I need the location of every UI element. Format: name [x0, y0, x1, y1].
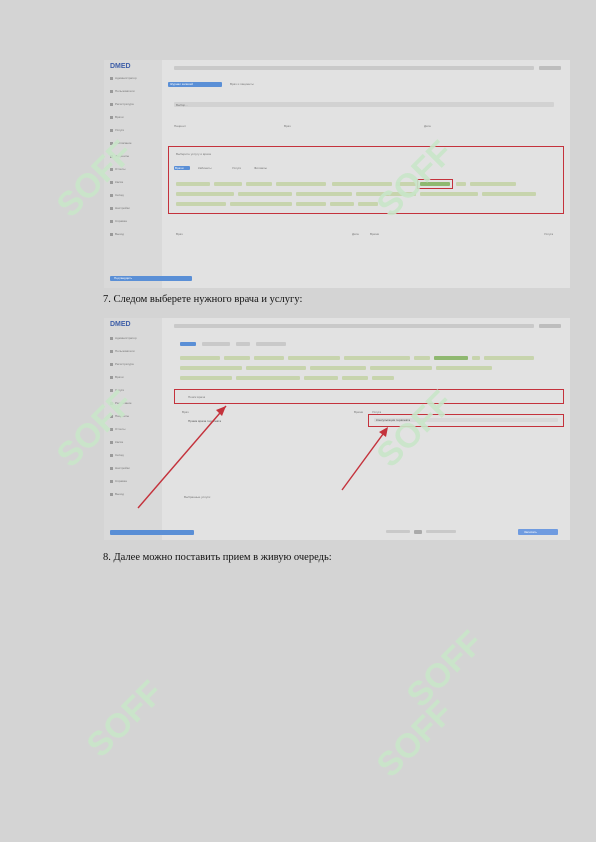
screenshot-1: DMED Администратор Пользователи Регистра… — [104, 60, 570, 288]
doctor-chip[interactable] — [296, 192, 352, 196]
doctor-chip[interactable] — [238, 192, 292, 196]
sidebar-item[interactable]: Настройки — [110, 206, 150, 211]
screenshot-2: DMED Администратор Пользователи Регистра… — [104, 318, 570, 540]
arrow-head — [216, 406, 226, 416]
doctor-chip[interactable] — [246, 182, 272, 186]
tab-journal-label: Журнал записей — [170, 82, 193, 86]
list-header-service: Услуга — [544, 232, 554, 236]
chip-tab-branches[interactable]: Филиалы — [254, 166, 267, 170]
doctor-chip[interactable] — [330, 202, 354, 206]
doctor-chip[interactable] — [482, 192, 536, 196]
sidebar-item[interactable]: Администратор — [110, 76, 150, 81]
list-header-time: Время — [370, 232, 380, 236]
info-doctor: Врач — [284, 124, 291, 128]
doctor-chip[interactable] — [176, 182, 210, 186]
dmed-logo: DMED — [110, 63, 131, 70]
arrow-to-search — [137, 405, 227, 509]
doctor-chip[interactable] — [176, 202, 226, 206]
watermark: SOFF — [369, 693, 461, 785]
step-7-caption: 7. Следом выберете нужного врача и услуг… — [103, 294, 303, 305]
doctor-chip[interactable] — [214, 182, 242, 186]
info-patient: Пациент — [174, 124, 186, 128]
document-page: DMED Администратор Пользователи Регистра… — [0, 0, 596, 842]
doctor-chip[interactable] — [276, 182, 326, 186]
watermark: SOFF — [79, 673, 171, 765]
chip-tab-services[interactable]: Услуги — [232, 166, 241, 170]
select-hint: Выберите услугу и врача — [176, 152, 211, 156]
doctor-chip[interactable] — [296, 202, 326, 206]
sidebar-item[interactable]: Выход — [110, 232, 150, 237]
list-header-date: Дата — [352, 232, 359, 236]
step-8-caption: 8. Далее можно поставить прием в живую о… — [103, 552, 332, 563]
filter-input[interactable] — [174, 102, 554, 107]
annotation-arrows — [137, 405, 388, 509]
sidebar-item[interactable]: Регистратура — [110, 102, 150, 107]
tab-doctor-patients[interactable]: Врач и пациенты — [230, 82, 254, 86]
sidebar-item[interactable]: Справка — [110, 219, 150, 224]
chip-tab-doctors-label: Врачи — [175, 166, 184, 170]
chip-tab-rooms[interactable]: Кабинеты — [198, 166, 212, 170]
sidebar-item[interactable]: Услуги — [110, 128, 150, 133]
top-user-button[interactable] — [539, 66, 561, 70]
info-date: Дата — [424, 124, 431, 128]
doctor-chip[interactable] — [230, 202, 292, 206]
sidebar-item[interactable]: Пользователи — [110, 89, 150, 94]
doctor-chip[interactable] — [470, 182, 516, 186]
list-header-doctor: Врач — [176, 232, 183, 236]
watermark: SOFF — [399, 623, 491, 715]
sidebar-item[interactable]: Склад — [110, 193, 150, 198]
top-search-bar[interactable] — [174, 66, 534, 70]
doctor-chip[interactable] — [456, 182, 466, 186]
doctor-chip[interactable] — [176, 192, 234, 196]
bottom-action-label: Подтвердить — [114, 276, 133, 280]
filter-input-value: Выбор... — [176, 103, 188, 107]
sidebar-item[interactable]: Врачи — [110, 115, 150, 120]
